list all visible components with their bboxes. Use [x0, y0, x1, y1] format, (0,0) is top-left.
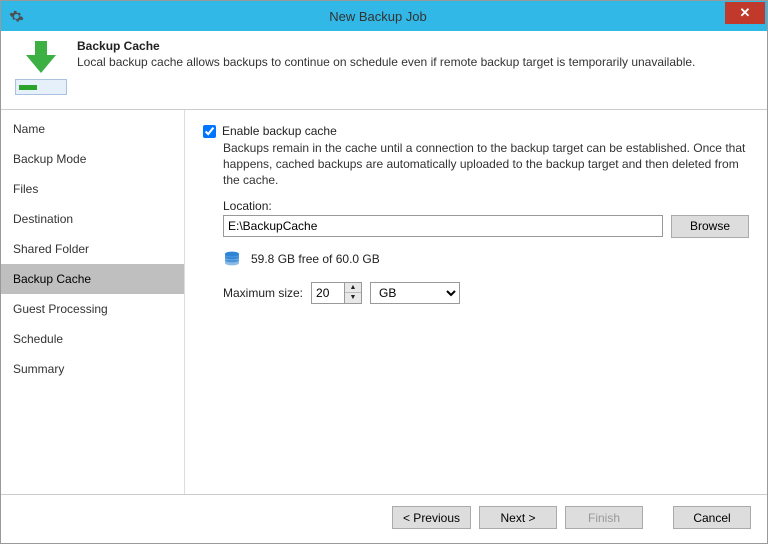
progress-icon — [15, 79, 67, 95]
stepper-down-icon[interactable]: ▼ — [345, 293, 361, 303]
download-arrow-icon — [21, 39, 61, 75]
browse-button[interactable]: Browse — [671, 215, 749, 238]
cache-description: Backups remain in the cache until a conn… — [223, 140, 749, 189]
step-destination[interactable]: Destination — [1, 204, 184, 234]
stepper-up-icon[interactable]: ▲ — [345, 283, 361, 294]
step-shared-folder[interactable]: Shared Folder — [1, 234, 184, 264]
wizard-footer: < Previous Next > Finish Cancel — [1, 494, 767, 540]
header-title: Backup Cache — [77, 39, 755, 53]
wizard-steps-sidebar: Name Backup Mode Files Destination Share… — [1, 110, 185, 494]
main-panel: Enable backup cache Backups remain in th… — [185, 110, 767, 494]
header-icon — [13, 39, 69, 95]
settings-icon — [1, 9, 31, 24]
disk-stack-icon — [223, 250, 241, 268]
disk-free-text: 59.8 GB free of 60.0 GB — [251, 252, 380, 266]
location-input[interactable] — [223, 215, 663, 237]
previous-button[interactable]: < Previous — [392, 506, 471, 529]
step-backup-mode[interactable]: Backup Mode — [1, 144, 184, 174]
titlebar: New Backup Job ✕ — [1, 1, 767, 31]
step-backup-cache[interactable]: Backup Cache — [1, 264, 184, 294]
header-description: Local backup cache allows backups to con… — [77, 55, 755, 69]
location-label: Location: — [223, 199, 749, 213]
enable-backup-cache-checkbox[interactable] — [203, 125, 216, 138]
close-button[interactable]: ✕ — [725, 2, 765, 24]
finish-button: Finish — [565, 506, 643, 529]
step-name[interactable]: Name — [1, 114, 184, 144]
enable-backup-cache-label: Enable backup cache — [222, 124, 337, 138]
max-size-unit-select[interactable]: GB — [370, 282, 460, 304]
max-size-label: Maximum size: — [223, 286, 303, 300]
step-summary[interactable]: Summary — [1, 354, 184, 384]
step-schedule[interactable]: Schedule — [1, 324, 184, 354]
next-button[interactable]: Next > — [479, 506, 557, 529]
wizard-header: Backup Cache Local backup cache allows b… — [1, 31, 767, 110]
max-size-stepper[interactable]: ▲ ▼ — [311, 282, 362, 304]
step-guest-processing[interactable]: Guest Processing — [1, 294, 184, 324]
window-title: New Backup Job — [31, 9, 725, 24]
cancel-button[interactable]: Cancel — [673, 506, 751, 529]
max-size-input[interactable] — [312, 283, 344, 303]
step-files[interactable]: Files — [1, 174, 184, 204]
